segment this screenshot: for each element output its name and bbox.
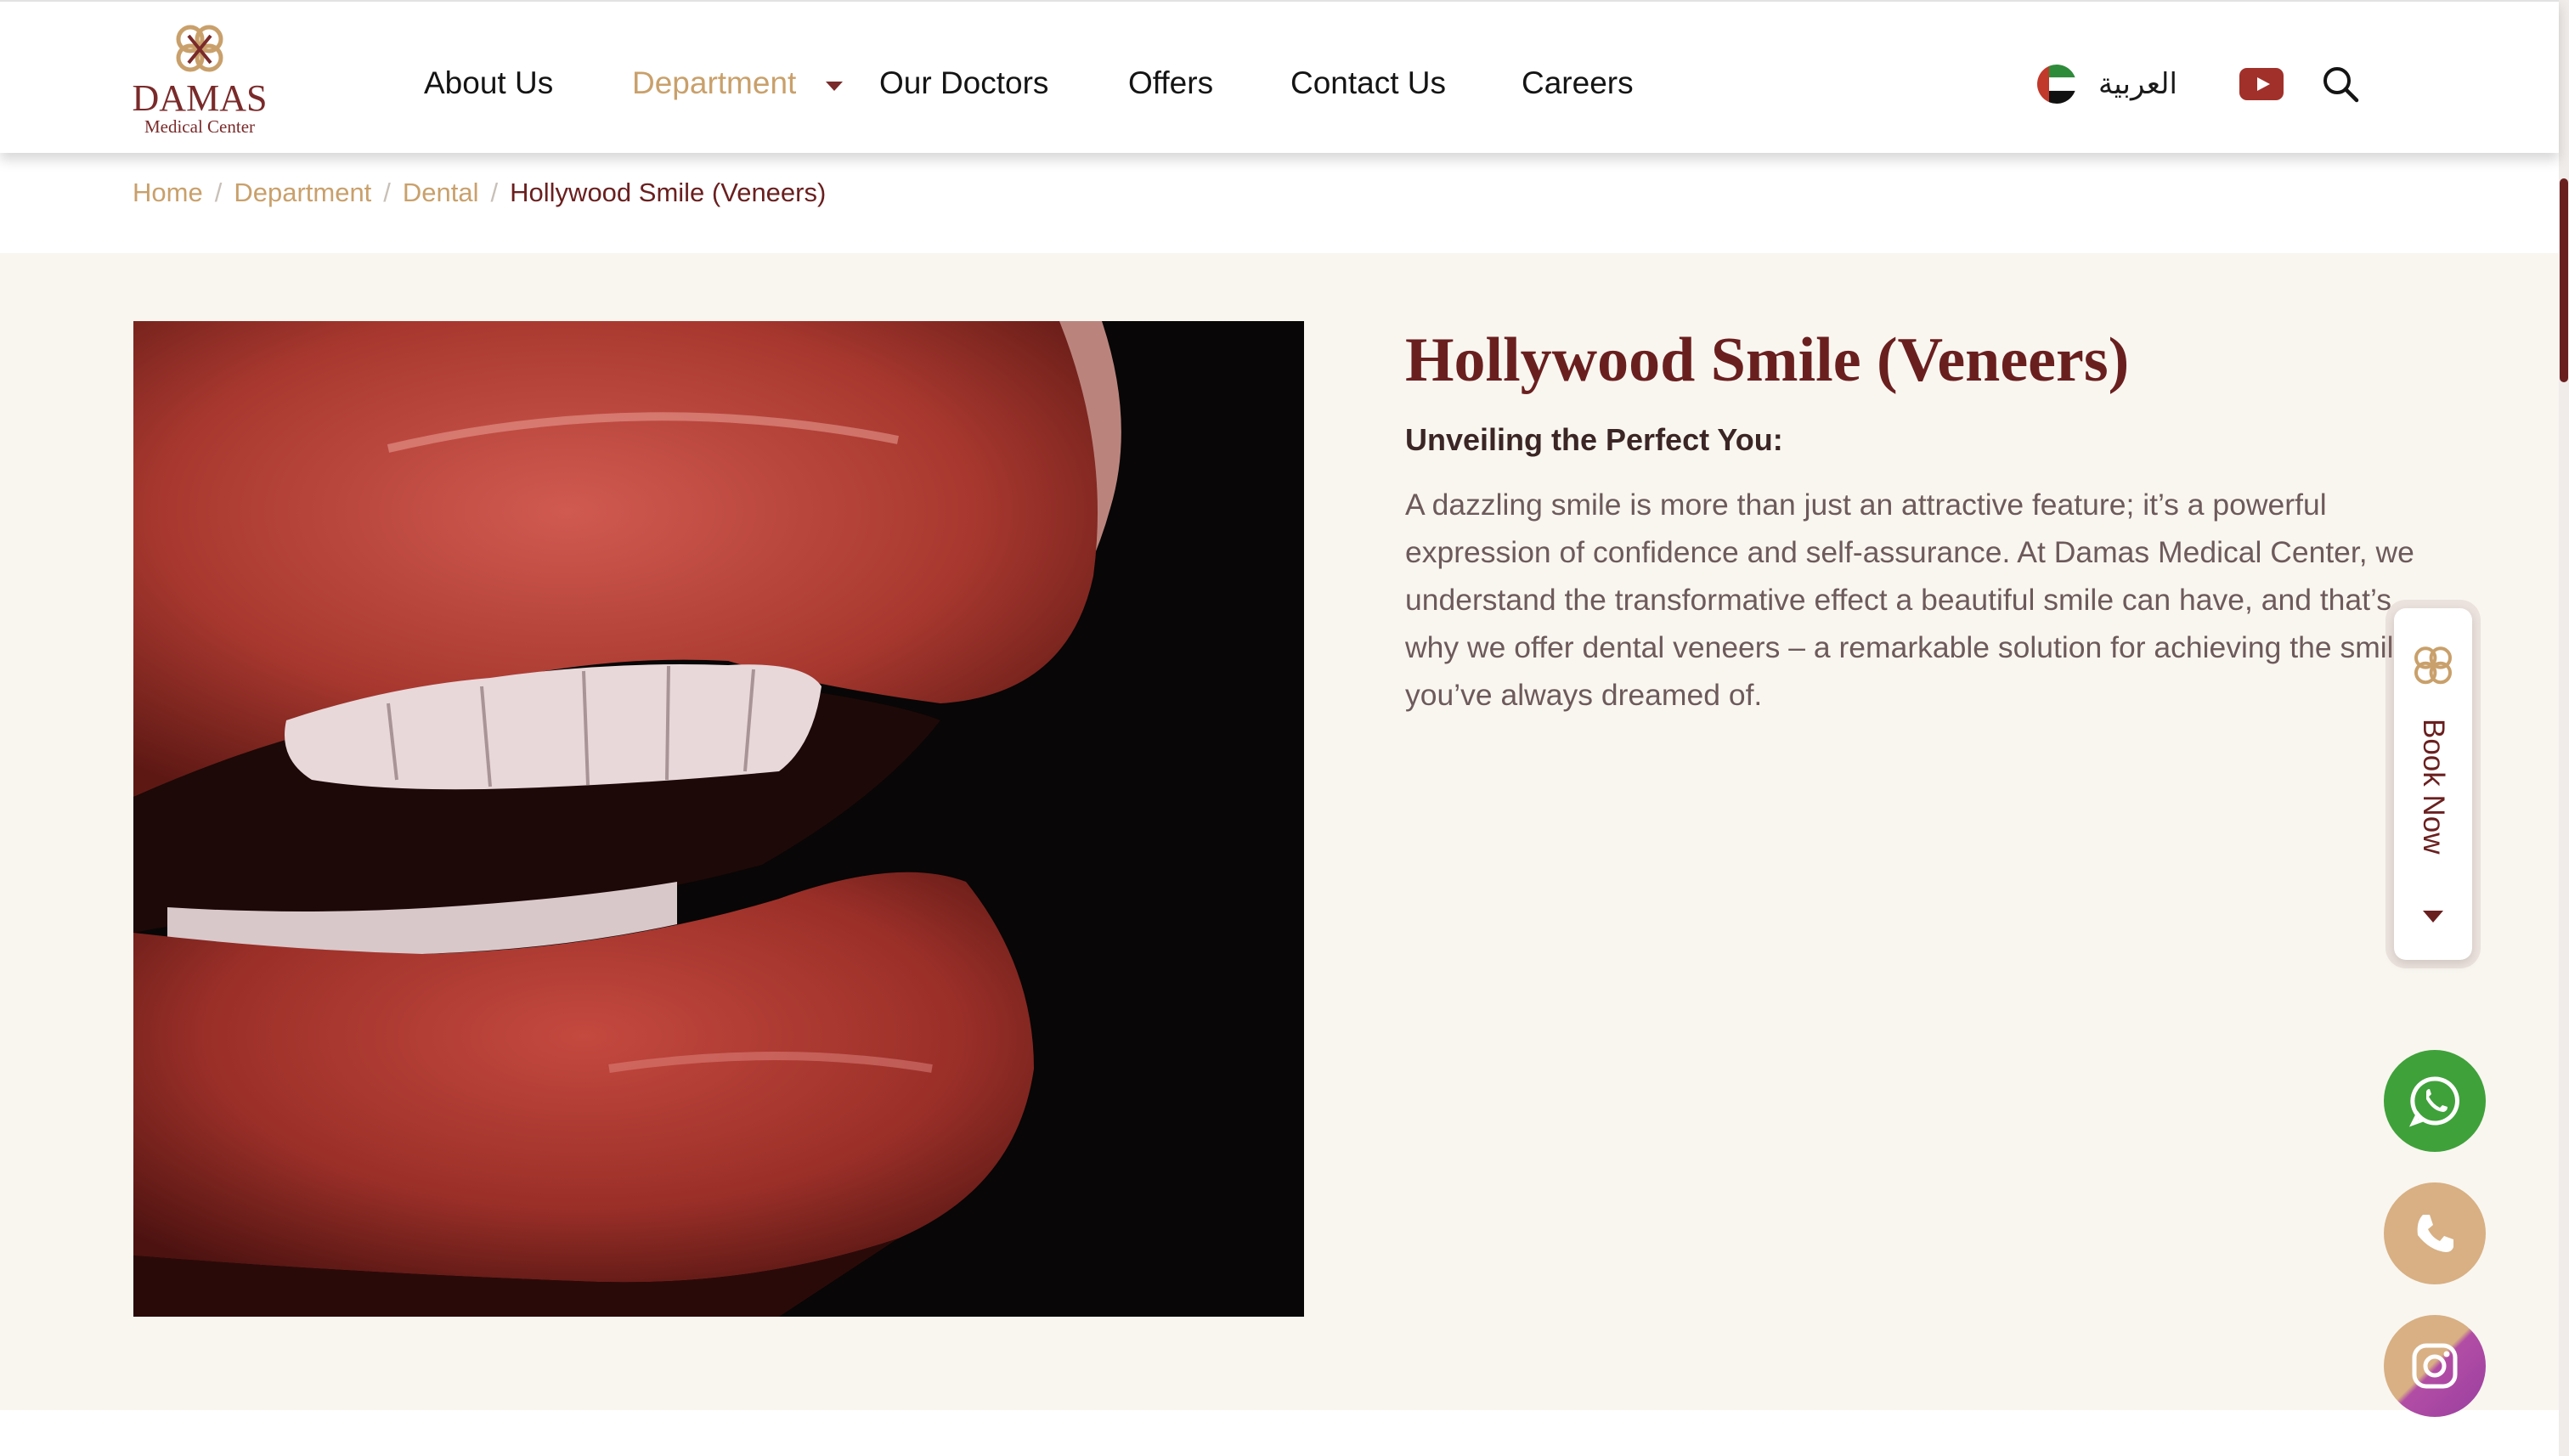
site-header: DAMAS Medical Center About Us Department… bbox=[0, 0, 2559, 153]
search-icon[interactable] bbox=[2321, 65, 2360, 104]
phone-icon bbox=[2417, 1215, 2453, 1252]
nav-our-doctors[interactable]: Our Doctors bbox=[879, 63, 1048, 104]
breadcrumb-dental[interactable]: Dental bbox=[403, 178, 479, 207]
section-subtitle: Unveiling the Perfect You: bbox=[1405, 422, 1783, 457]
intro-paragraph: A dazzling smile is more than just an at… bbox=[1405, 488, 2414, 712]
nav-department[interactable]: Department bbox=[632, 63, 796, 104]
nav-contact-us[interactable]: Contact Us bbox=[1290, 63, 1446, 104]
phone-button[interactable] bbox=[2384, 1182, 2486, 1284]
damas-knot-logo-icon bbox=[2414, 646, 2452, 685]
uae-flag-icon bbox=[2037, 65, 2076, 104]
youtube-icon[interactable] bbox=[2239, 68, 2284, 100]
smiling-lips-photo bbox=[133, 321, 1304, 1317]
breadcrumb-department[interactable]: Department bbox=[234, 178, 371, 207]
language-switch[interactable]: العربية bbox=[2037, 63, 2177, 105]
whatsapp-button[interactable] bbox=[2384, 1050, 2486, 1152]
instagram-button[interactable] bbox=[2384, 1315, 2486, 1417]
nav-careers[interactable]: Careers bbox=[1522, 63, 1634, 104]
nav-offers[interactable]: Offers bbox=[1128, 63, 1213, 104]
page-title: Hollywood Smile (Veneers) bbox=[1405, 325, 2130, 395]
breadcrumb-current: Hollywood Smile (Veneers) bbox=[510, 178, 827, 207]
instagram-icon bbox=[2412, 1343, 2458, 1389]
logo-title: DAMAS bbox=[132, 77, 268, 119]
breadcrumb-home[interactable]: Home bbox=[133, 178, 203, 207]
scrollbar-thumb[interactable] bbox=[2560, 178, 2568, 382]
book-now-button[interactable]: Book Now bbox=[2394, 608, 2472, 960]
language-label: العربية bbox=[2098, 67, 2177, 101]
breadcrumb: Home / Department / Dental / Hollywood Smile (… bbox=[133, 178, 827, 207]
site-logo[interactable]: DAMAS Medical Center bbox=[127, 20, 272, 139]
whatsapp-icon bbox=[2408, 1076, 2459, 1127]
chevron-down-icon bbox=[2423, 911, 2443, 923]
chevron-down-icon[interactable] bbox=[826, 82, 843, 91]
book-now-label: Book Now bbox=[2417, 719, 2450, 855]
nav-about-us[interactable]: About Us bbox=[424, 63, 553, 104]
damas-knot-logo-icon bbox=[176, 25, 223, 72]
logo-subtitle: Medical Center bbox=[144, 116, 256, 137]
